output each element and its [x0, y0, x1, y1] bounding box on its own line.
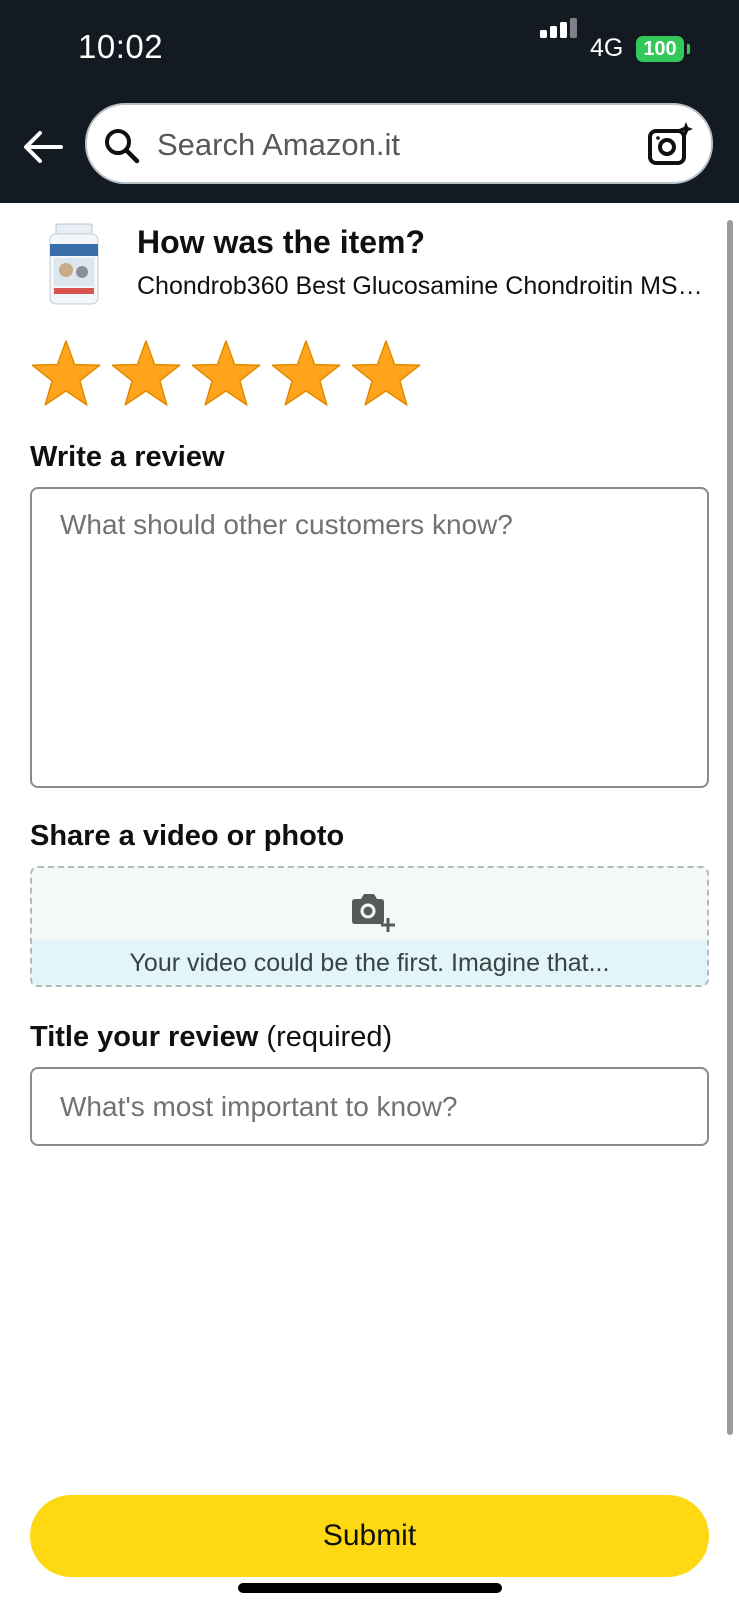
star-icon[interactable] — [270, 338, 342, 410]
review-question-title: How was the item? — [137, 224, 426, 260]
camera-plus-icon — [352, 894, 395, 932]
arrow-left-icon — [24, 131, 63, 163]
scrollbar[interactable] — [727, 220, 733, 1435]
review-textarea[interactable] — [30, 487, 709, 788]
app-header: 10:02 4G 100 — [0, 0, 739, 203]
star-icon[interactable] — [110, 338, 182, 410]
submit-button[interactable]: Submit — [30, 1495, 709, 1577]
search-input[interactable] — [155, 115, 629, 175]
title-label-main: Title your review — [30, 1021, 259, 1053]
product-bottle-image — [49, 223, 99, 305]
star-icon[interactable] — [350, 338, 422, 410]
product-thumbnail — [30, 222, 118, 310]
search-bar[interactable] — [85, 103, 713, 184]
battery-icon: 100 — [636, 36, 684, 62]
battery-tip — [687, 44, 690, 54]
status-time: 10:02 — [78, 28, 164, 65]
write-review-label: Write a review — [30, 441, 225, 473]
back-button[interactable] — [22, 126, 64, 168]
title-review-label: Title your review (required) — [30, 1021, 392, 1054]
search-icon — [105, 129, 140, 164]
star-icon[interactable] — [190, 338, 262, 410]
media-upload-area[interactable]: Your video could be the first. Imagine t… — [30, 866, 709, 987]
camera-sparkle-icon[interactable] — [647, 121, 695, 169]
home-indicator[interactable] — [238, 1583, 502, 1593]
review-title-input[interactable] — [30, 1067, 709, 1146]
star-rating[interactable] — [30, 338, 430, 410]
network-type: 4G — [590, 34, 624, 62]
product-name: Chondrob360 Best Glucosamine Chondroitin… — [137, 272, 710, 300]
share-media-label: Share a video or photo — [30, 820, 345, 852]
upload-hint-text: Your video could be the first. Imagine t… — [32, 940, 707, 985]
star-icon[interactable] — [30, 338, 102, 410]
title-label-required: (required) — [266, 1021, 393, 1053]
